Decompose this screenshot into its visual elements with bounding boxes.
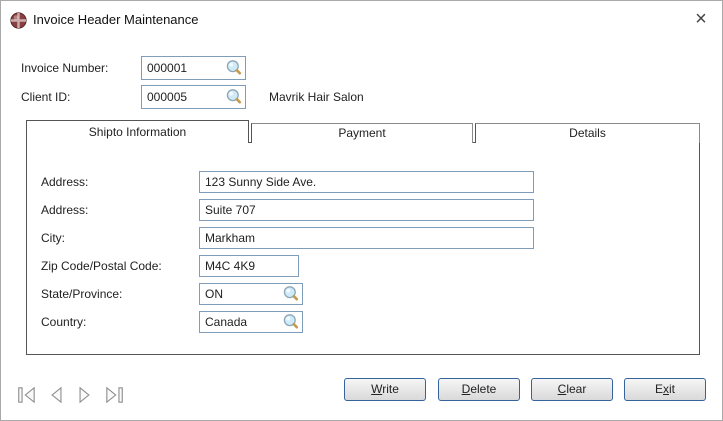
invoice-number-label: Invoice Number: [21, 57, 108, 79]
country-row: Country: [27, 311, 699, 333]
last-record-icon[interactable] [103, 384, 125, 406]
address2-fieldbox [199, 199, 534, 221]
state-province-lookup-icon[interactable] [282, 285, 300, 303]
address2-input[interactable] [200, 200, 530, 220]
country-input[interactable] [200, 312, 280, 332]
address1-row: Address: [27, 171, 699, 193]
address1-label: Address: [41, 174, 88, 190]
exit-button[interactable]: Exit [624, 378, 706, 401]
city-input[interactable] [200, 228, 530, 248]
address1-fieldbox [199, 171, 534, 193]
write-button-label-key: W [371, 382, 382, 396]
tab-payment[interactable]: Payment [251, 123, 473, 143]
write-button[interactable]: Write [344, 378, 426, 401]
zip-code-fieldbox [199, 255, 299, 277]
clear-button-label-post: lear [566, 382, 586, 396]
tab-details[interactable]: Details [475, 123, 700, 143]
close-icon[interactable]: × [688, 7, 714, 33]
record-navigation [16, 384, 125, 406]
next-record-icon[interactable] [74, 384, 96, 406]
state-province-fieldbox [199, 283, 303, 305]
country-label: Country: [41, 314, 86, 330]
first-record-icon[interactable] [16, 384, 38, 406]
delete-button-label-key: D [462, 382, 471, 396]
client-name-text: Mavrik Hair Salon [269, 86, 364, 108]
delete-button[interactable]: Delete [438, 378, 520, 401]
exit-button-label-pre: E [655, 382, 663, 396]
zip-code-label: Zip Code/Postal Code: [41, 258, 162, 274]
client-id-fieldbox [141, 85, 246, 109]
invoice-number-input[interactable] [142, 57, 223, 79]
tab-bar: Shipto Information Payment Details [26, 120, 700, 143]
tab-shipto-information[interactable]: Shipto Information [26, 120, 249, 143]
client-id-label: Client ID: [21, 86, 70, 108]
city-fieldbox [199, 227, 534, 249]
state-province-label: State/Province: [41, 286, 122, 302]
previous-record-icon[interactable] [45, 384, 67, 406]
city-label: City: [41, 230, 65, 246]
delete-button-label-post: elete [470, 382, 496, 396]
invoice-header-maintenance-window: Invoice Header Maintenance × Invoice Num… [0, 0, 723, 421]
address2-label: Address: [41, 202, 88, 218]
clear-button[interactable]: Clear [531, 378, 613, 401]
invoice-number-lookup-icon[interactable] [225, 59, 243, 77]
app-icon [10, 12, 27, 29]
exit-button-label-post: it [669, 382, 675, 396]
client-id-lookup-icon[interactable] [225, 88, 243, 106]
title-bar: Invoice Header Maintenance × [1, 1, 722, 39]
address2-row: Address: [27, 199, 699, 221]
address1-input[interactable] [200, 172, 530, 192]
invoice-number-fieldbox [141, 56, 246, 80]
client-id-input[interactable] [142, 86, 223, 108]
state-province-input[interactable] [200, 284, 280, 304]
shipto-information-panel: Address: Address: City: Zip Code/Postal … [26, 142, 700, 355]
zip-row: Zip Code/Postal Code: [27, 255, 699, 277]
city-row: City: [27, 227, 699, 249]
state-row: State/Province: [27, 283, 699, 305]
write-button-label-post: rite [382, 382, 399, 396]
window-title: Invoice Header Maintenance [33, 1, 199, 39]
country-fieldbox [199, 311, 303, 333]
country-lookup-icon[interactable] [282, 313, 300, 331]
zip-code-input[interactable] [200, 256, 295, 276]
